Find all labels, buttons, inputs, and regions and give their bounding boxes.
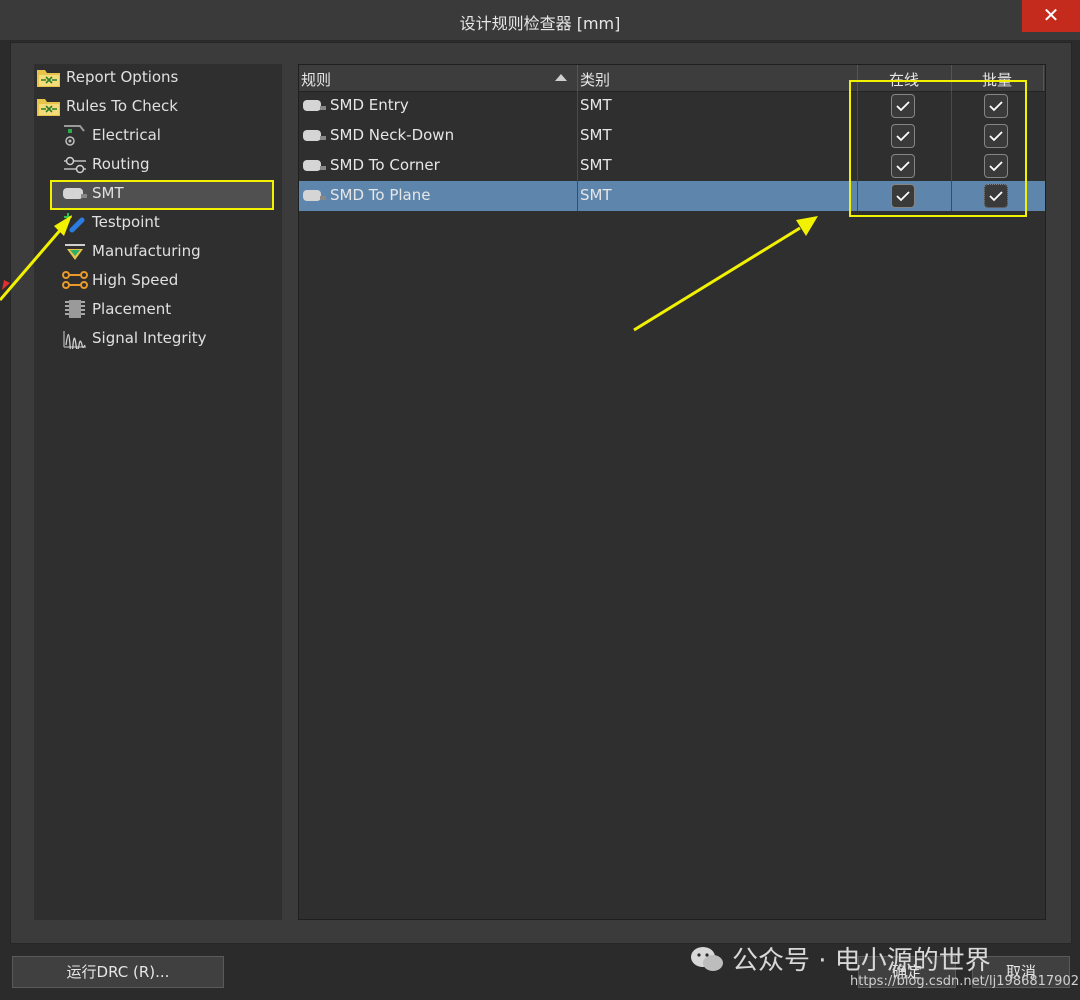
run-drc-button[interactable]: 运行DRC (R)... — [12, 956, 224, 988]
watermark-text: 公众号 · 电小源的世界 — [732, 946, 991, 976]
arrow-head — [796, 216, 818, 236]
wechat-icon — [691, 946, 723, 971]
annotation-arrows — [0, 215, 818, 332]
watermark: 公众号 · 电小源的世界 — [690, 940, 991, 977]
watermark-url: https://blog.csdn.net/lj1986817902 — [850, 974, 1079, 989]
arrow-line — [0, 227, 64, 301]
arrow-line — [633, 226, 801, 332]
